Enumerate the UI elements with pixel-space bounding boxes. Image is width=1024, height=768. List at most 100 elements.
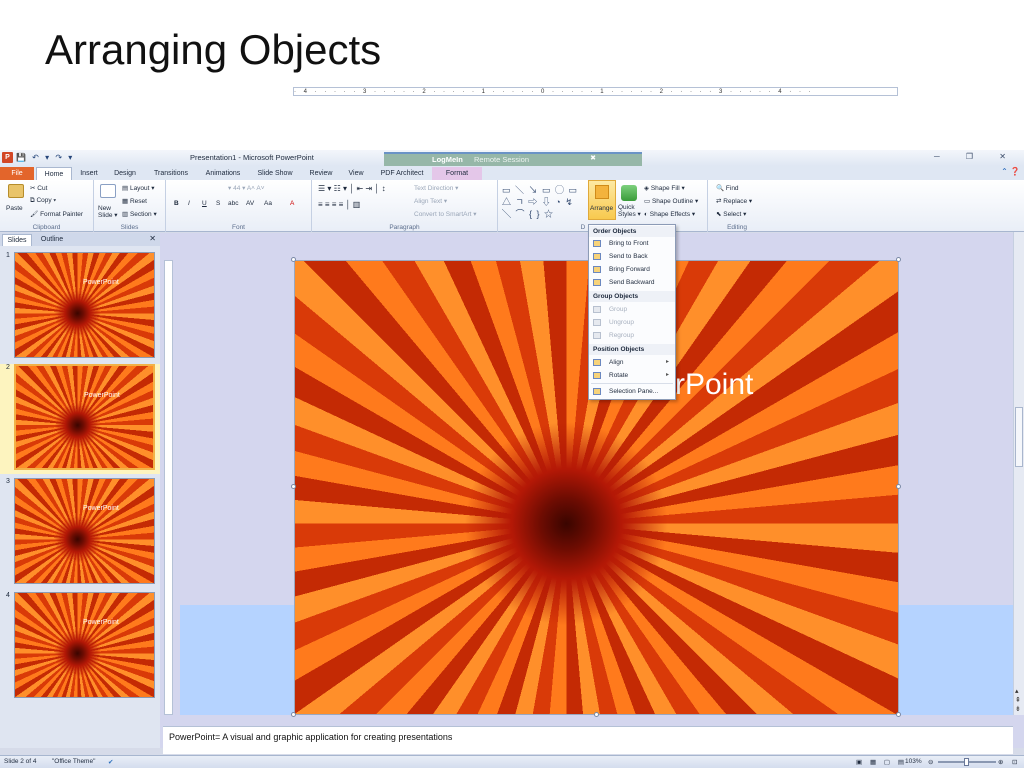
powerpoint-logo-icon[interactable]: P (2, 152, 13, 163)
status-bar: Slide 2 of 4 "Office Theme" ✔ ▣ ▦ ▢ ▤ 10… (0, 755, 1024, 768)
align-text-button[interactable]: Align Text ▾ (414, 197, 447, 205)
tab-format[interactable]: Format (432, 167, 482, 180)
slide-thumbnail-row[interactable]: 2 PowerPoint (0, 364, 160, 474)
slide-thumbnail[interactable]: PowerPoint (14, 592, 155, 698)
resize-handle[interactable] (291, 484, 296, 489)
logmein-close-icon[interactable]: ✖ (590, 154, 596, 162)
send-backward-item[interactable]: Send Backward (589, 276, 675, 289)
reset-button[interactable]: ▦ Reset (122, 197, 147, 205)
tab-slides[interactable]: Slides (2, 234, 32, 246)
resize-handle[interactable] (594, 712, 599, 717)
cut-button[interactable]: ✂ Cut (30, 184, 47, 192)
tab-view[interactable]: View (342, 167, 370, 180)
group-objects-header: Group Objects (589, 291, 675, 302)
underline-button[interactable]: U (202, 200, 207, 207)
theme-name[interactable]: "Office Theme" (52, 758, 95, 765)
bring-to-front-item[interactable]: Bring to Front (589, 237, 675, 250)
slide-thumbnail-selected[interactable]: PowerPoint (14, 364, 155, 470)
slide-thumbnail-row[interactable]: 1 PowerPoint (0, 252, 160, 362)
tab-design[interactable]: Design (108, 167, 142, 180)
tab-outline[interactable]: Outline (36, 234, 68, 246)
tab-home[interactable]: Home (36, 167, 72, 180)
replace-button[interactable]: ⇄ Replace ▾ (716, 197, 752, 205)
quick-styles-button[interactable]: Quick Styles ▾ (618, 204, 644, 218)
font-color-button[interactable]: A (290, 200, 294, 207)
font-size-select[interactable]: ▾ 44 ▾ A˄ A˅ (228, 184, 265, 192)
find-button[interactable]: 🔍 Find (716, 184, 739, 192)
select-button[interactable]: ⬉ Select ▾ (716, 210, 746, 218)
strikethrough-button[interactable]: S (216, 200, 220, 207)
slide-thumbnail-row[interactable]: 3 PowerPoint (0, 478, 160, 588)
slide-thumbnail[interactable]: PowerPoint (14, 252, 155, 358)
new-slide-button[interactable]: New Slide ▾ (98, 205, 120, 219)
slide-thumbnail[interactable]: PowerPoint (14, 478, 155, 584)
tab-review[interactable]: Review (304, 167, 338, 180)
tab-transitions[interactable]: Transitions (148, 167, 194, 180)
bold-button[interactable]: B (174, 200, 179, 207)
scrollbar-thumb[interactable] (1015, 407, 1023, 467)
resize-handle[interactable] (291, 712, 296, 717)
window-controls[interactable]: ─ ❐ ✕ (934, 152, 1018, 161)
shapes-gallery[interactable]: ▭ ＼ ↘ ▭ ◯ ▭ △ ㄱ ⇨ ⇩ ◔ ↯ ╲ ⌒ { } ☆ (502, 184, 584, 219)
shape-fill-button[interactable]: ◈ Shape Fill ▾ (644, 184, 685, 192)
zoom-out-icon[interactable]: ⊖ (928, 758, 933, 766)
vertical-scrollbar[interactable]: ▴ ⇞ ⇟ (1013, 232, 1024, 715)
alignment-buttons[interactable]: ≡ ≡ ≡ ≡ │ ▥ (318, 200, 360, 209)
change-case-button[interactable]: Aa (264, 200, 272, 207)
notes-text[interactable]: PowerPoint= A visual and graphic applica… (169, 732, 452, 742)
rotate-item[interactable]: Rotate ▸ (589, 369, 675, 382)
group-item[interactable]: Group (589, 303, 675, 316)
regroup-item[interactable]: Regroup (589, 329, 675, 342)
thumbnail-title: PowerPoint (84, 392, 120, 399)
bring-forward-item[interactable]: Bring Forward (589, 263, 675, 276)
align-item[interactable]: Align ▸ (589, 356, 675, 369)
quick-styles-icon[interactable] (621, 185, 637, 201)
arrange-button[interactable]: Arrange (588, 180, 616, 220)
copy-button[interactable]: ⧉ Copy ▾ (30, 197, 56, 205)
tab-pdf-architect[interactable]: PDF Architect (376, 167, 428, 180)
zoom-in-icon[interactable]: ⊕ (998, 758, 1003, 766)
spell-check-icon[interactable]: ✔ (108, 758, 113, 766)
tab-animations[interactable]: Animations (200, 167, 246, 180)
rotate-icon (593, 372, 601, 379)
paste-icon[interactable] (8, 184, 24, 198)
tab-file[interactable]: File (0, 167, 34, 180)
italic-button[interactable]: I (188, 200, 190, 207)
zoom-slider[interactable] (938, 758, 996, 766)
tab-insert[interactable]: Insert (74, 167, 104, 180)
resize-handle[interactable] (896, 257, 901, 262)
quick-access-toolbar[interactable]: 💾 ↶ ▾ ↷ ▾ (16, 153, 74, 162)
new-slide-icon[interactable] (100, 184, 116, 198)
zoom-slider-knob[interactable] (964, 758, 969, 766)
format-painter-button[interactable]: 🖌 Format Painter (30, 210, 83, 218)
layout-button[interactable]: ▤ Layout ▾ (122, 184, 155, 192)
text-direction-button[interactable]: Text Direction ▾ (414, 184, 458, 192)
shape-outline-button[interactable]: ▭ Shape Outline ▾ (644, 197, 698, 205)
shadow-button[interactable]: abc (228, 200, 238, 207)
tab-slide-show[interactable]: Slide Show (252, 167, 298, 180)
panel-tabs: Slides Outline ✕ (0, 233, 160, 246)
send-to-back-item[interactable]: Send to Back (589, 250, 675, 263)
panel-close-icon[interactable]: ✕ (149, 234, 156, 243)
ungroup-item[interactable]: Ungroup (589, 316, 675, 329)
char-spacing-button[interactable]: AV (246, 200, 254, 207)
selection-pane-item[interactable]: Selection Pane... (589, 385, 675, 398)
zoom-level[interactable]: 103% (905, 758, 922, 765)
menu-item-label: Bring to Front (609, 240, 649, 247)
slide-title-text[interactable]: rPoint (675, 368, 753, 402)
shape-effects-button[interactable]: ◐ Shape Effects ▾ (644, 210, 695, 218)
window-title: Presentation1 - Microsoft PowerPoint (190, 153, 314, 162)
resize-handle[interactable] (896, 712, 901, 717)
section-button[interactable]: ▥ Section ▾ (122, 210, 157, 218)
fit-to-window-icon[interactable]: ⊡ (1012, 758, 1017, 766)
resize-handle[interactable] (291, 257, 296, 262)
paste-button[interactable]: Paste (6, 205, 23, 212)
notes-pane[interactable]: PowerPoint= A visual and graphic applica… (163, 726, 1013, 754)
convert-smartart-button[interactable]: Convert to SmartArt ▾ (414, 210, 477, 218)
scroll-nav-buttons[interactable]: ▴ ⇞ ⇟ (1015, 687, 1021, 714)
list-buttons[interactable]: ☰ ▾ ☷ ▾ │ ⇤ ⇥ │ ↕ (318, 184, 386, 193)
view-buttons[interactable]: ▣ ▦ ▢ ▤ (856, 758, 907, 766)
help-icon[interactable]: ⌃ ❓ (1001, 167, 1020, 176)
slide-thumbnail-row[interactable]: 4 PowerPoint (0, 592, 160, 702)
resize-handle[interactable] (896, 484, 901, 489)
